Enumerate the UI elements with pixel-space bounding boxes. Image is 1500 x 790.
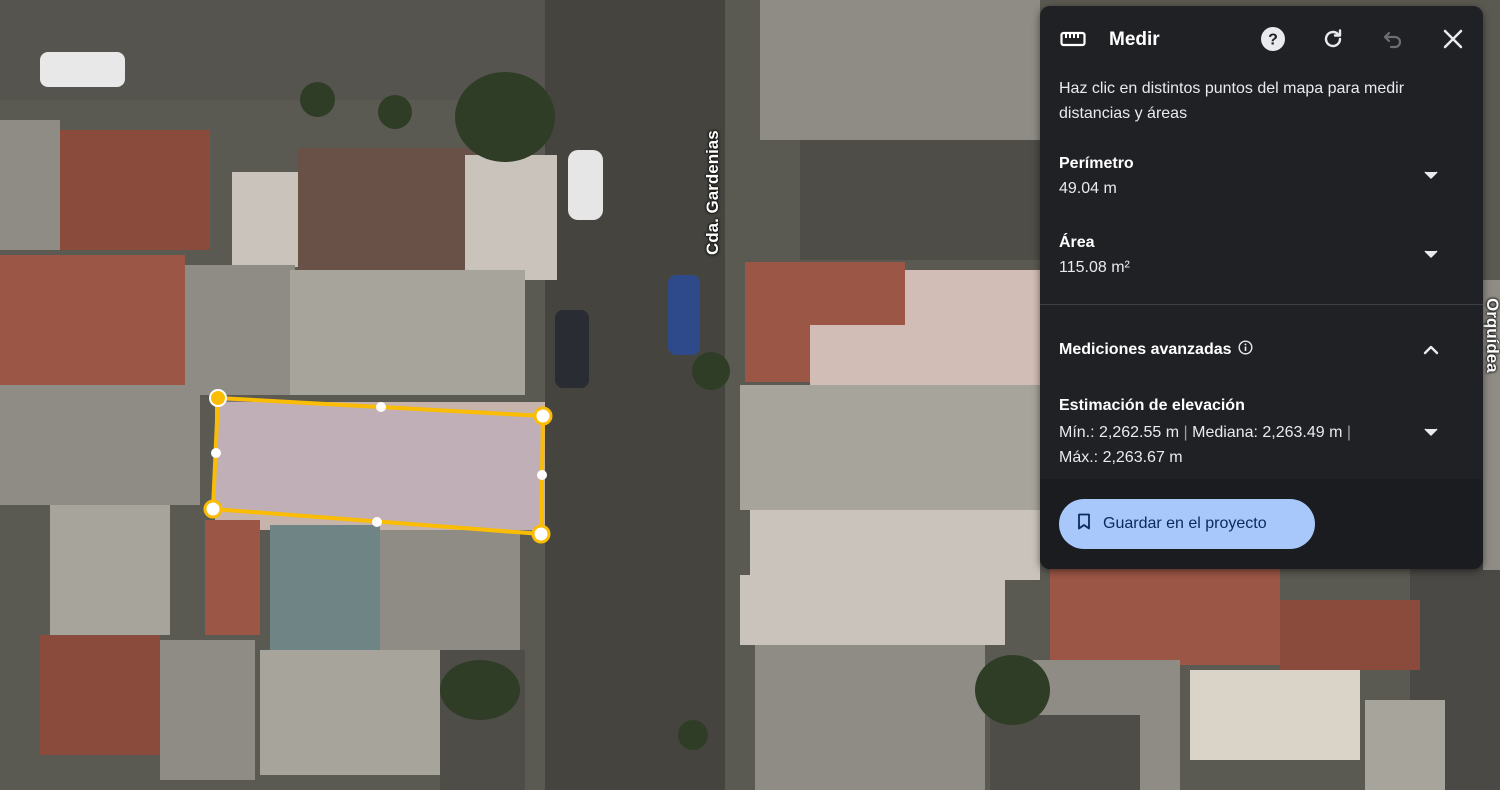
area-label: Área <box>1059 234 1095 251</box>
chevron-up-icon <box>1423 345 1439 355</box>
measure-panel: Medir ? Haz clic en distintos puntos del… <box>1040 6 1483 569</box>
midpoint-handle <box>376 402 386 412</box>
panel-title: Medir <box>1109 29 1160 50</box>
elevation-values: Mín.: 2,262.55 m | Mediana: 2,263.49 m |… <box>1059 420 1389 470</box>
elevation-median: Mediana: 2,263.49 m <box>1192 424 1343 441</box>
area-expand-button[interactable] <box>1419 242 1443 266</box>
vertex-handle <box>209 389 227 407</box>
undo-icon[interactable] <box>1378 24 1408 54</box>
chevron-down-icon <box>1424 250 1438 258</box>
divider <box>1040 304 1483 305</box>
midpoint-handle <box>537 470 547 480</box>
vertex-handle <box>533 406 553 426</box>
elevation-max: Máx.: 2,263.67 m <box>1059 449 1183 466</box>
perimeter-value: 49.04 m <box>1059 180 1117 197</box>
vertex-handle <box>203 499 223 519</box>
save-to-project-label: Guardar en el proyecto <box>1103 515 1267 532</box>
area-value: 115.08 m² <box>1059 259 1130 276</box>
advanced-collapse-button[interactable] <box>1419 338 1443 362</box>
save-to-project-button[interactable]: Guardar en el proyecto <box>1059 499 1315 549</box>
midpoint-handle <box>211 448 221 458</box>
instructions-text: Haz clic en distintos puntos del mapa pa… <box>1059 80 1405 122</box>
bookmark-icon <box>1077 513 1091 535</box>
help-icon[interactable]: ? <box>1258 24 1288 54</box>
chevron-down-icon <box>1424 171 1438 179</box>
perimeter-label: Perímetro <box>1059 155 1134 172</box>
perimeter-expand-button[interactable] <box>1419 163 1443 187</box>
close-icon[interactable] <box>1438 24 1468 54</box>
vertex-handle <box>531 524 551 544</box>
separator: | <box>1183 424 1188 441</box>
svg-text:?: ? <box>1268 32 1278 49</box>
midpoint-handle <box>372 517 382 527</box>
chevron-down-icon <box>1424 428 1438 436</box>
refresh-icon[interactable] <box>1318 24 1348 54</box>
info-icon[interactable] <box>1238 340 1253 360</box>
elevation-label: Estimación de elevación <box>1059 397 1245 414</box>
advanced-measurements-label: Mediciones avanzadas <box>1059 340 1253 360</box>
advanced-measurements-text: Mediciones avanzadas <box>1059 341 1232 358</box>
separator: | <box>1346 424 1352 441</box>
panel-footer: Guardar en el proyecto <box>1040 479 1483 569</box>
ruler-icon <box>1060 29 1086 49</box>
elevation-min: Mín.: 2,262.55 m <box>1059 424 1180 441</box>
elevation-expand-button[interactable] <box>1419 420 1443 444</box>
panel-header: Medir ? <box>1040 6 1483 74</box>
